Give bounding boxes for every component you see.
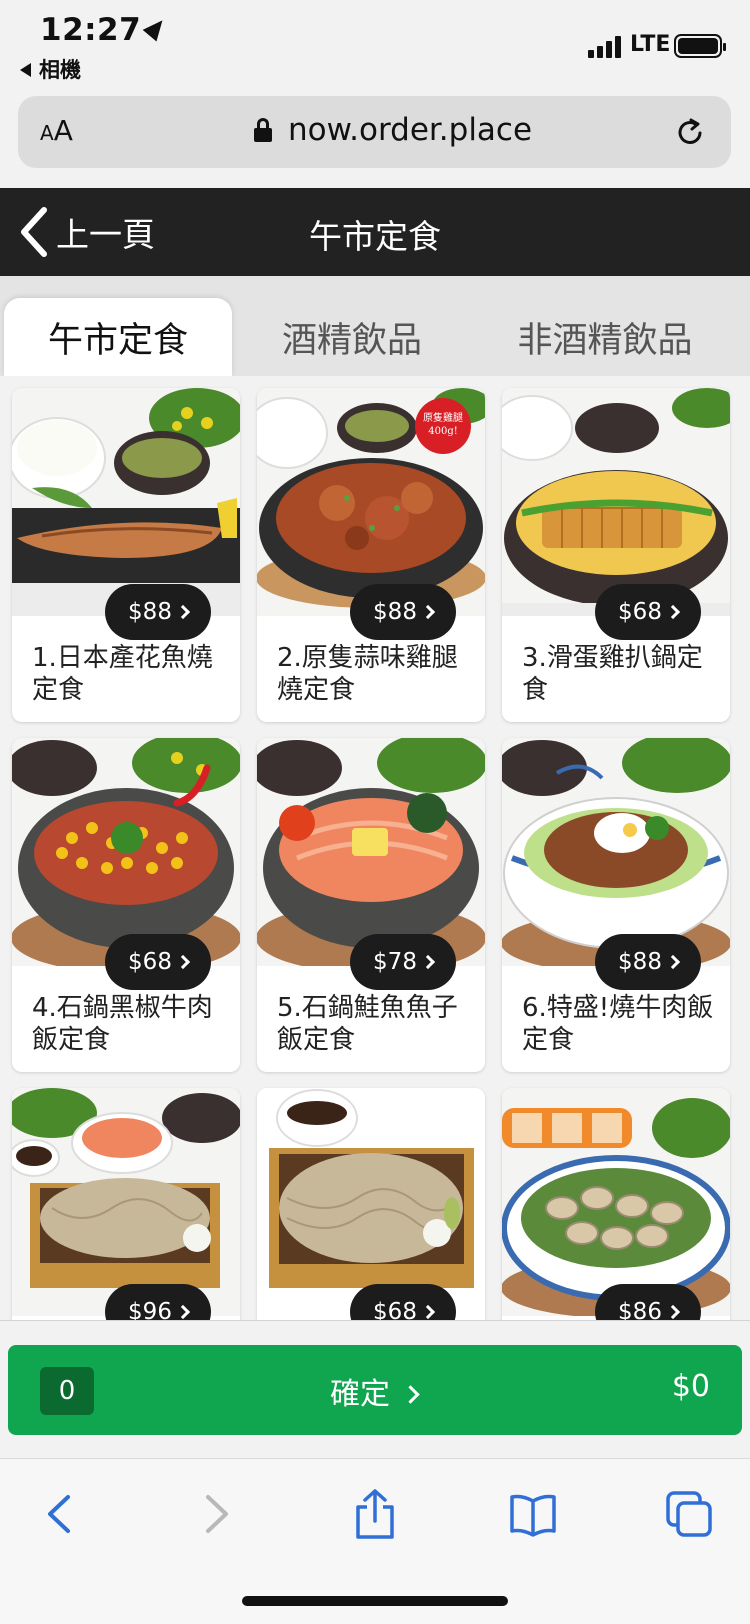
chevron-right-icon [420,1304,436,1320]
price-button[interactable]: $88 [350,584,456,640]
bookmarks-icon[interactable] [508,1489,558,1539]
dish-name: 4.石鍋黑椒牛肉飯定食 [32,993,213,1055]
menu-card[interactable]: $68 3.滑蛋雞扒鍋定食 [502,388,730,722]
dish-name: 6.特盛!燒牛肉飯定食 [522,993,714,1055]
tabs-icon[interactable] [664,1489,714,1539]
category-tabs: 午市定食 酒精飲品 非酒精飲品 [0,276,750,376]
reload-icon[interactable] [674,116,706,148]
dish-image [502,1088,730,1316]
address-bar[interactable]: AA now.order.place [18,96,731,168]
chevron-right-icon [665,1304,681,1320]
cart-total: $0 [671,1369,710,1404]
tab-alcoholic-drinks[interactable]: 酒精飲品 [252,298,452,376]
text-size-button[interactable]: AA [40,114,73,147]
menu-card[interactable]: 原隻雞腿 400g! $88 2.原隻蒜味雞腿燒定食 [257,388,485,722]
dish-image [502,388,730,616]
page-header: 上一頁 午市定食 [0,188,750,276]
price-button[interactable]: $68 [595,584,701,640]
url-text[interactable]: now.order.place [288,112,532,148]
chevron-right-icon [420,604,436,620]
dish-name: 5.石鍋鮭魚魚子飯定食 [277,993,458,1055]
chevron-right-icon [175,604,191,620]
promo-badge: 原隻雞腿 400g! [423,413,463,437]
price-button[interactable]: $88 [105,584,211,640]
menu-grid: $88 1.日本產花魚燒定食 原隻雞腿 400g! $88 2.原隻蒜味雞腿燒定… [0,376,750,1320]
price-button[interactable]: $88 [595,934,701,990]
network-type: LTE [630,32,671,57]
lock-icon [254,118,272,142]
chevron-right-icon [420,954,436,970]
dish-name: 1.日本產花魚燒定食 [32,643,213,705]
menu-card[interactable]: $86 [502,1088,730,1320]
price-button[interactable]: $68 [105,934,211,990]
menu-card[interactable]: $88 1.日本產花魚燒定食 [12,388,240,722]
status-bar: 12:27 相機 LTE [0,0,750,88]
price-button[interactable]: $78 [350,934,456,990]
location-arrow-icon [142,14,170,42]
cellular-signal-icon [588,36,624,58]
cart-bar: 0 確定 $0 [0,1320,750,1458]
battery-icon [674,34,726,58]
forward-icon[interactable] [190,1489,240,1539]
dish-image [502,738,730,966]
back-triangle-icon [20,63,31,77]
menu-card[interactable]: $96 [12,1088,240,1320]
chevron-right-icon [665,604,681,620]
dish-image [257,1088,485,1316]
dish-image [257,738,485,966]
chevron-right-icon [175,954,191,970]
dish-name: 3.滑蛋雞扒鍋定食 [522,643,703,705]
share-icon[interactable] [350,1489,400,1539]
home-indicator[interactable] [242,1596,508,1606]
dish-image [12,388,240,616]
confirm-button[interactable]: 0 確定 $0 [8,1345,742,1435]
dish-name: 2.原隻蒜味雞腿燒定食 [277,643,458,705]
menu-card[interactable]: $68 [257,1088,485,1320]
page-title: 午市定食 [309,217,441,256]
back-to-app-button[interactable]: 相機 [20,54,81,84]
price-button[interactable]: $96 [105,1284,211,1320]
chevron-right-icon [665,954,681,970]
dish-image [12,1088,240,1316]
chevron-right-icon [401,1385,420,1404]
price-button[interactable]: $68 [350,1284,456,1320]
tab-lunch-set[interactable]: 午市定食 [4,298,232,376]
price-button[interactable]: $86 [595,1284,701,1320]
menu-card[interactable]: $88 6.特盛!燒牛肉飯定食 [502,738,730,1072]
clock: 12:27 [40,12,170,48]
cart-count-badge: 0 [40,1367,94,1415]
confirm-label: 確定 [330,1369,420,1413]
tab-non-alcoholic-drinks[interactable]: 非酒精飲品 [490,298,720,376]
chevron-right-icon [175,1304,191,1320]
dish-image [12,738,240,966]
menu-card[interactable]: $78 5.石鍋鮭魚魚子飯定食 [257,738,485,1072]
menu-card[interactable]: $68 4.石鍋黑椒牛肉飯定食 [12,738,240,1072]
back-icon[interactable] [36,1489,86,1539]
